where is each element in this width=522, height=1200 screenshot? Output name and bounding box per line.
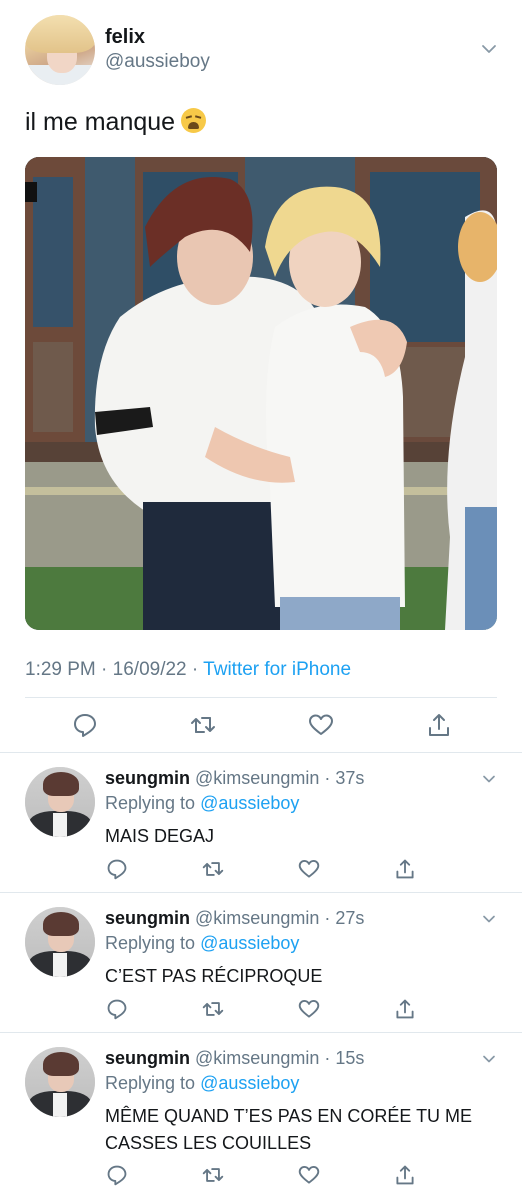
reply-icon[interactable] xyxy=(72,712,98,738)
meta-separator: · xyxy=(186,659,204,680)
share-icon[interactable] xyxy=(394,1164,416,1186)
replying-to-link[interactable]: @aussieboy xyxy=(200,793,299,813)
reply-author-handle[interactable]: @kimseungmin xyxy=(195,768,319,788)
reply-tweet[interactable]: seungmin @kimseungmin · 37s Replying to … xyxy=(0,753,522,893)
tweet-actions xyxy=(0,700,522,750)
reply-time: 37s xyxy=(335,768,365,788)
tweet-meta: 1:29 PM · 16/09/22 · Twitter for iPhone xyxy=(25,659,351,681)
reply-time: 27s xyxy=(335,908,365,928)
author-name[interactable]: felix xyxy=(105,26,145,49)
retweet-icon[interactable] xyxy=(202,1164,224,1186)
reply-header: seungmin @kimseungmin · 27s xyxy=(105,908,364,929)
reply-author-handle[interactable]: @kimseungmin xyxy=(195,908,319,928)
tweet-text: il me manque xyxy=(25,108,207,137)
reply-author-name[interactable]: seungmin xyxy=(105,768,190,788)
author-handle[interactable]: @aussieboy xyxy=(105,51,210,73)
reply-dot: · xyxy=(319,908,336,928)
reply-tweet[interactable]: seungmin @kimseungmin · 15s Replying to … xyxy=(0,1033,522,1200)
retweet-icon[interactable] xyxy=(202,998,224,1020)
replying-prefix: Replying to xyxy=(105,793,201,813)
reply-avatar[interactable] xyxy=(25,1047,95,1117)
replying-prefix: Replying to xyxy=(105,1073,201,1093)
chevron-down-icon[interactable] xyxy=(480,40,498,58)
chevron-down-icon[interactable] xyxy=(481,1051,497,1067)
reply-icon[interactable] xyxy=(106,1164,128,1186)
replying-to: Replying to @aussieboy xyxy=(105,933,299,954)
reply-text: MÊME QUAND T’ES PAS EN CORÉE TU ME CASSE… xyxy=(105,1106,473,1153)
replying-to: Replying to @aussieboy xyxy=(105,1073,299,1094)
retweet-icon[interactable] xyxy=(190,712,216,738)
like-icon[interactable] xyxy=(298,1164,320,1186)
tweet-text-body: il me manque xyxy=(25,108,176,136)
replying-to-link[interactable]: @aussieboy xyxy=(200,1073,299,1093)
reply-header: seungmin @kimseungmin · 37s xyxy=(105,768,364,789)
reply-header: seungmin @kimseungmin · 15s xyxy=(105,1048,364,1069)
reply-icon[interactable] xyxy=(106,998,128,1020)
like-icon[interactable] xyxy=(308,712,334,738)
reply-time: 15s xyxy=(335,1048,365,1068)
tweet-time: 1:29 PM xyxy=(25,659,96,680)
reply-text: MAIS DEGAJ xyxy=(105,826,215,846)
author-avatar[interactable] xyxy=(25,15,95,85)
reply-avatar[interactable] xyxy=(25,767,95,837)
tweet-photo[interactable] xyxy=(25,157,497,630)
reply-icon[interactable] xyxy=(106,858,128,880)
like-icon[interactable] xyxy=(298,998,320,1020)
main-tweet: felix @aussieboy il me manque 1:29 PM · … xyxy=(0,0,522,753)
share-icon[interactable] xyxy=(394,858,416,880)
share-icon[interactable] xyxy=(394,998,416,1020)
tweet-date: 16/09/22 xyxy=(112,659,187,680)
weary-face-emoji-icon xyxy=(181,108,207,133)
reply-avatar[interactable] xyxy=(25,907,95,977)
reply-dot: · xyxy=(319,768,336,788)
reply-author-name[interactable]: seungmin xyxy=(105,908,190,928)
tweet-source-link[interactable]: Twitter for iPhone xyxy=(203,659,351,680)
retweet-icon[interactable] xyxy=(202,858,224,880)
meta-separator: · xyxy=(95,659,113,680)
chevron-down-icon[interactable] xyxy=(481,911,497,927)
reply-author-handle[interactable]: @kimseungmin xyxy=(195,1048,319,1068)
replying-prefix: Replying to xyxy=(105,933,201,953)
reply-text: C’EST PAS RÉCIPROQUE xyxy=(105,966,323,986)
reply-tweet[interactable]: seungmin @kimseungmin · 27s Replying to … xyxy=(0,893,522,1033)
like-icon[interactable] xyxy=(298,858,320,880)
divider xyxy=(25,697,497,698)
replying-to: Replying to @aussieboy xyxy=(105,793,299,814)
chevron-down-icon[interactable] xyxy=(481,771,497,787)
share-icon[interactable] xyxy=(426,712,452,738)
replying-to-link[interactable]: @aussieboy xyxy=(200,933,299,953)
reply-author-name[interactable]: seungmin xyxy=(105,1048,190,1068)
reply-dot: · xyxy=(319,1048,336,1068)
